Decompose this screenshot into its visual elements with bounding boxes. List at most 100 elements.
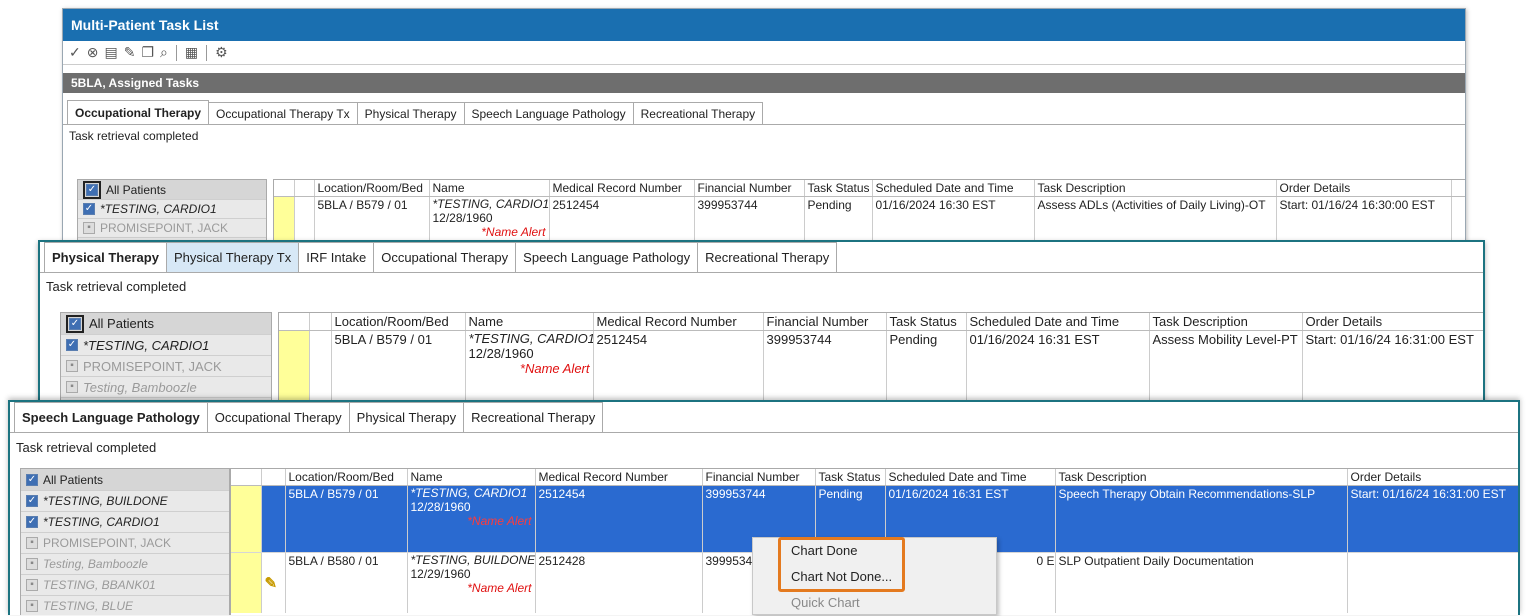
all-patients-item[interactable]: ✓ All Patients bbox=[78, 180, 266, 200]
checkbox-icon[interactable]: ▪ bbox=[26, 558, 38, 570]
column-header[interactable]: Financial Number bbox=[702, 469, 816, 486]
checkbox-icon[interactable]: ▪ bbox=[66, 360, 78, 372]
menu-item-chart-not-done[interactable]: Chart Not Done... bbox=[753, 564, 996, 590]
doc-icon[interactable]: ▤ bbox=[104, 44, 117, 61]
patient-item[interactable]: ▪ Testing, Bamboozle bbox=[21, 554, 229, 575]
tab-occupational-therapy[interactable]: Occupational Therapy bbox=[67, 100, 210, 124]
doc-search-icon[interactable]: ⌕ bbox=[160, 44, 168, 61]
column-header[interactable]: Scheduled Date and Time bbox=[966, 313, 1150, 331]
header-cell[interactable] bbox=[279, 313, 310, 331]
checkbox-icon[interactable]: ✓ bbox=[66, 339, 78, 351]
tab-recreational-therapy[interactable]: Recreational Therapy bbox=[463, 402, 604, 432]
column-header[interactable]: Order Details bbox=[1347, 469, 1518, 486]
tab-speech-language-pathology[interactable]: Speech Language Pathology bbox=[463, 102, 634, 124]
tab-speech-language-pathology[interactable]: Speech Language Pathology bbox=[515, 242, 699, 272]
patient-item[interactable]: ▪ PROMISEPOINT, JACK bbox=[61, 356, 271, 377]
column-header[interactable]: Task Description bbox=[1149, 313, 1303, 331]
patient-dob: 12/28/1960 bbox=[432, 210, 493, 225]
tab-occupational-therapy[interactable]: Occupational Therapy bbox=[206, 402, 350, 432]
table-row[interactable]: 5BLA / B579 / 01 *TESTING, CARDIO1 12/28/… bbox=[279, 330, 1483, 401]
tab-occupational-therapy-tx[interactable]: Occupational Therapy Tx bbox=[208, 102, 358, 124]
column-header[interactable]: Task Description bbox=[1055, 469, 1348, 486]
menu-item-quick-chart[interactable]: Quick Chart bbox=[753, 590, 996, 616]
all-patients-item[interactable]: ✓ All Patients bbox=[61, 313, 271, 335]
patient-item[interactable]: ▪ TESTING, BBANK01 bbox=[21, 575, 229, 596]
header-cell[interactable] bbox=[294, 180, 315, 197]
column-header[interactable]: Medical Record Number bbox=[549, 180, 695, 197]
column-header[interactable]: Order Details bbox=[1302, 313, 1483, 331]
status-cell: Pending bbox=[886, 330, 967, 401]
checkbox-icon[interactable]: ✓ bbox=[69, 317, 81, 330]
column-header[interactable]: Name bbox=[429, 180, 550, 197]
doc-multi-icon[interactable]: ❐ bbox=[141, 44, 154, 61]
location-cell: 5BLA / B579 / 01 bbox=[331, 330, 466, 401]
checkbox-icon[interactable]: ▪ bbox=[26, 537, 38, 549]
column-header[interactable]: Financial Number bbox=[694, 180, 805, 197]
patient-item[interactable]: ▪ TESTING, BLUE bbox=[21, 596, 229, 615]
header-cell[interactable] bbox=[231, 469, 262, 486]
window-title: Multi-Patient Task List bbox=[63, 9, 1465, 41]
column-header[interactable]: Location/Room/Bed bbox=[331, 313, 466, 331]
column-header[interactable]: Scheduled Date and Time bbox=[872, 180, 1035, 197]
patient-name: *TESTING, CARDIO1 bbox=[468, 331, 593, 346]
patient-item[interactable]: ▪ PROMISEPOINT, JACK bbox=[78, 219, 266, 238]
icon-cell: ✎ bbox=[261, 552, 286, 613]
tab-physical-therapy[interactable]: Physical Therapy bbox=[356, 102, 465, 124]
patient-item[interactable]: ✓ *TESTING, CARDIO1 bbox=[78, 200, 266, 219]
column-header[interactable]: Name bbox=[465, 313, 594, 331]
checkbox-icon[interactable]: ✓ bbox=[26, 516, 38, 528]
doc-edit-icon[interactable]: ✎ bbox=[124, 44, 136, 61]
patient-item[interactable]: ▪ PROMISEPOINT, JACK bbox=[21, 533, 229, 554]
column-header[interactable]: Task Status bbox=[886, 313, 967, 331]
checkbox-icon[interactable]: ▪ bbox=[26, 579, 38, 591]
checkbox-icon[interactable]: ✓ bbox=[83, 203, 95, 215]
column-header[interactable]: Scheduled Date and Time bbox=[885, 469, 1056, 486]
patient-item[interactable]: ✓ *TESTING, CARDIO1 bbox=[21, 512, 229, 533]
column-header[interactable]: Location/Room/Bed bbox=[314, 180, 430, 197]
column-header[interactable]: Task Description bbox=[1034, 180, 1277, 197]
tab-recreational-therapy[interactable]: Recreational Therapy bbox=[697, 242, 838, 272]
checkbox-icon[interactable]: ▪ bbox=[83, 222, 95, 234]
column-header[interactable]: Name bbox=[407, 469, 536, 486]
column-header[interactable]: Financial Number bbox=[763, 313, 887, 331]
header-cell[interactable] bbox=[261, 469, 286, 486]
header-cell[interactable] bbox=[309, 313, 332, 331]
header-cell[interactable] bbox=[274, 180, 295, 197]
checkbox-icon[interactable]: ✓ bbox=[26, 473, 38, 486]
patient-item[interactable]: ▪ Testing, Bamboozle bbox=[61, 377, 271, 398]
column-header[interactable]: Task Status bbox=[815, 469, 886, 486]
name-alert: *Name Alert bbox=[519, 360, 590, 376]
column-header[interactable]: Order Details bbox=[1276, 180, 1452, 197]
settings-icon[interactable]: ⚙ bbox=[215, 44, 228, 61]
column-header[interactable]: Location/Room/Bed bbox=[285, 469, 408, 486]
checkbox-icon[interactable]: ✓ bbox=[26, 495, 38, 507]
menu-item-chart-done[interactable]: Chart Done bbox=[753, 538, 996, 564]
tab-recreational-therapy[interactable]: Recreational Therapy bbox=[632, 102, 764, 124]
cancel-icon[interactable]: ⊗ bbox=[87, 44, 99, 61]
column-header[interactable]: Task Status bbox=[804, 180, 873, 197]
patient-label: All Patients bbox=[89, 316, 155, 331]
tab-speech-language-pathology[interactable]: Speech Language Pathology bbox=[14, 402, 208, 432]
patient-name: *TESTING, CARDIO1 bbox=[410, 486, 528, 500]
name-alert: *Name Alert bbox=[467, 513, 532, 528]
all-patients-item[interactable]: ✓ All Patients bbox=[21, 469, 229, 491]
tab-physical-therapy[interactable]: Physical Therapy bbox=[348, 402, 465, 432]
patient-dob: 12/28/1960 bbox=[468, 345, 534, 361]
print-icon[interactable]: ▦ bbox=[185, 44, 198, 61]
column-header[interactable]: Medical Record Number bbox=[593, 313, 764, 331]
checkbox-icon[interactable]: ✓ bbox=[86, 183, 98, 196]
checkbox-icon[interactable]: ▪ bbox=[26, 600, 38, 612]
check-icon[interactable]: ✓ bbox=[69, 44, 81, 61]
icon-cell bbox=[261, 485, 286, 553]
column-header[interactable]: Medical Record Number bbox=[535, 469, 703, 486]
checkbox-icon[interactable]: ▪ bbox=[66, 381, 78, 393]
name-cell: *TESTING, BUILDONE 12/29/1960 *Name Alert bbox=[407, 552, 536, 613]
tab-physical-therapy[interactable]: Physical Therapy bbox=[44, 242, 167, 272]
tab-irf-intake[interactable]: IRF Intake bbox=[298, 242, 375, 272]
retrieval-status: Task retrieval completed bbox=[69, 129, 199, 143]
tab-physical-therapy-tx[interactable]: Physical Therapy Tx bbox=[165, 242, 300, 272]
mrn-cell: 2512454 bbox=[535, 485, 703, 553]
patient-item[interactable]: ✓ *TESTING, BUILDONE bbox=[21, 491, 229, 512]
tab-occupational-therapy[interactable]: Occupational Therapy bbox=[373, 242, 517, 272]
patient-item[interactable]: ✓ *TESTING, CARDIO1 bbox=[61, 335, 271, 356]
